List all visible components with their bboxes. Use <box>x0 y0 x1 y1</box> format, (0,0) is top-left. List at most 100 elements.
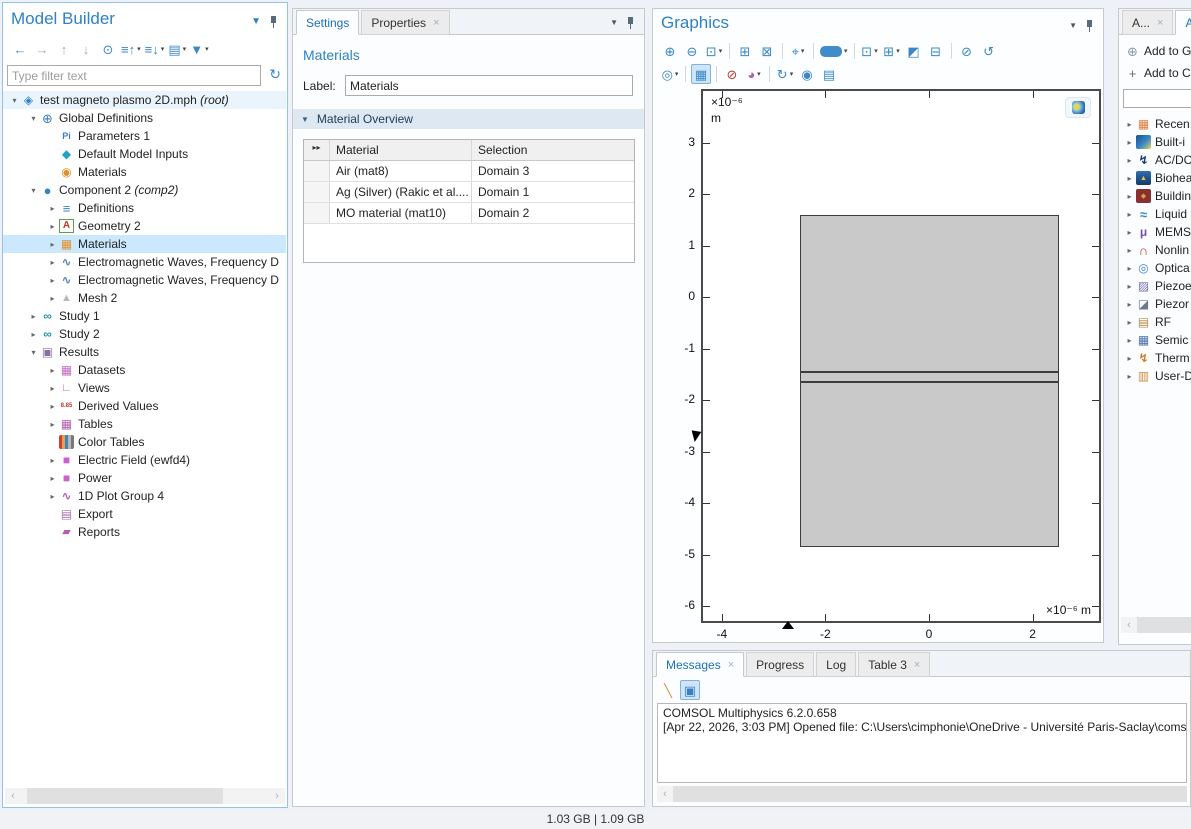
collapse-triangle-icon[interactable]: ▼ <box>301 115 309 124</box>
chevron-down-icon[interactable]: ▾ <box>27 186 40 195</box>
tree-item-1d-plot-group-4[interactable]: ▸∿1D Plot Group 4 <box>3 487 286 505</box>
chevron-right-icon[interactable]: ▸ <box>1123 318 1136 327</box>
dropdown-caret-icon[interactable]: ▾ <box>757 70 761 78</box>
chevron-down-icon[interactable]: ▾ <box>8 96 21 105</box>
messages-log[interactable]: COMSOL Multiphysics 6.2.0.658 [Apr 22, 2… <box>657 703 1187 783</box>
material-category-piezor[interactable]: ▸◪Piezor <box>1119 295 1191 313</box>
comsol-logo[interactable] <box>1065 97 1091 118</box>
add-material-tab-a-0[interactable]: A...× <box>1122 10 1173 35</box>
scroll-left-button[interactable]: ‹ <box>1121 617 1137 633</box>
chevron-down-icon[interactable]: ▾ <box>27 114 40 123</box>
settings-tab-properties-1[interactable]: Properties× <box>361 10 449 35</box>
geometry-domain-3[interactable] <box>800 382 1059 547</box>
graphics-deselect-box-button[interactable]: ⊟ <box>926 41 946 61</box>
chevron-right-icon[interactable]: ▸ <box>1123 300 1136 309</box>
model-builder-show-button[interactable]: ⊙ <box>98 39 118 59</box>
scroll-left-button[interactable]: ‹ <box>657 786 673 802</box>
graphics-zoom-box-button[interactable]: ⊡▾ <box>704 41 724 61</box>
graphics-hide-selected-button[interactable]: ⊘ <box>957 41 977 61</box>
model-builder-expand-all-button[interactable]: ≡↑▾ <box>120 39 142 59</box>
chevron-right-icon[interactable]: ▸ <box>1123 210 1136 219</box>
tree-item-derived-values[interactable]: ▸8.85Derived Values <box>3 397 286 415</box>
plot-area[interactable]: 3210-1-2-3-4-5-6-4-202×10⁻⁶m×10⁻⁶ m <box>701 89 1101 623</box>
messages-tab-messages-0[interactable]: Messages× <box>656 652 744 677</box>
tree-item-color-tables[interactable]: Color Tables <box>3 433 286 451</box>
chevron-right-icon[interactable]: ▸ <box>46 474 59 483</box>
material-category-piezoe[interactable]: ▸▨Piezoe <box>1119 277 1191 295</box>
pin-icon[interactable] <box>626 16 636 29</box>
tree-item-electric-field-ewfd4[interactable]: ▸■Electric Field (ewfd4) <box>3 451 286 469</box>
graphics-scene-visibility-button[interactable]: ◎▾ <box>660 64 680 84</box>
tree-item-test-magneto-plasmo-2d-mph[interactable]: ▾◈test magneto plasmo 2D.mph (root) <box>3 91 286 109</box>
graphics-zoom-extents-selected-button[interactable]: ⊞ <box>735 41 755 61</box>
dropdown-caret-icon[interactable]: ▾ <box>874 47 878 55</box>
messages-clear-log-button[interactable]: ╲ <box>658 680 678 700</box>
material-category-built-i[interactable]: ▸Built-i <box>1119 133 1191 151</box>
chevron-right-icon[interactable]: ▸ <box>1123 246 1136 255</box>
dropdown-caret-icon[interactable]: ▾ <box>844 47 848 55</box>
filter-input[interactable] <box>7 65 261 86</box>
tab-close-icon[interactable]: × <box>433 17 439 29</box>
tree-item-electromagnetic-waves-frequency-d[interactable]: ▸∿Electromagnetic Waves, Frequency D <box>3 253 286 271</box>
dropdown-caret-icon[interactable]: ▾ <box>801 47 805 55</box>
add-to-component-button[interactable]: + Add to Co <box>1121 63 1191 83</box>
geometry-domain-1[interactable] <box>800 215 1059 372</box>
table-row-ag-silver-rakic-et-al[interactable]: Ag (Silver) (Rakic et al....Domain 1 <box>304 182 634 203</box>
scroll-thumb[interactable] <box>1137 617 1191 633</box>
graphics-view-2d-button[interactable]: ▾ <box>819 41 849 61</box>
material-overview-section-header[interactable]: ▼ Material Overview <box>293 109 644 129</box>
add-to-global-button[interactable]: ⊕ Add to Glo <box>1121 41 1191 61</box>
tree-item-datasets[interactable]: ▸▦Datasets <box>3 361 286 379</box>
graphics-add-to-selection-button[interactable]: ⊡▾ <box>860 41 880 61</box>
graphics-update-view-button[interactable]: ↻▾ <box>775 64 795 84</box>
graphics-print-button[interactable]: ▤ <box>819 64 839 84</box>
chevron-right-icon[interactable]: ▸ <box>46 492 59 501</box>
model-builder-move-down-button[interactable]: ↓ <box>76 39 96 59</box>
material-category-optica[interactable]: ▸◎Optica <box>1119 259 1191 277</box>
material-search-input[interactable] <box>1123 89 1191 108</box>
material-category-biohea[interactable]: ▸▲Biohea <box>1119 169 1191 187</box>
chevron-right-icon[interactable]: ▸ <box>46 366 59 375</box>
dropdown-caret-icon[interactable]: ▾ <box>790 70 794 78</box>
model-builder-filter-button[interactable]: ▼▾ <box>189 39 209 59</box>
graphics-select-in-box-button[interactable]: ◩ <box>904 41 924 61</box>
tree-item-results[interactable]: ▾▣Results <box>3 343 286 361</box>
graphics-disable-material-color-button[interactable]: ⊘ <box>722 64 742 84</box>
chevron-right-icon[interactable]: ▸ <box>46 258 59 267</box>
chevron-right-icon[interactable]: ▸ <box>46 204 59 213</box>
material-category-user-d[interactable]: ▸▥User-D <box>1119 367 1191 385</box>
tree-item-global-definitions[interactable]: ▾⊕Global Definitions <box>3 109 286 127</box>
material-category-nonlin[interactable]: ▸∩Nonlin <box>1119 241 1191 259</box>
chevron-right-icon[interactable]: ▸ <box>46 420 59 429</box>
chevron-right-icon[interactable]: ▸ <box>46 384 59 393</box>
model-builder-go-back-button[interactable]: ← <box>10 39 30 59</box>
graphics-show-grid-button[interactable]: ▦ <box>691 64 711 84</box>
table-row-air-mat8[interactable]: Air (mat8)Domain 3 <box>304 161 634 182</box>
model-builder-go-forward-button[interactable]: → <box>32 39 52 59</box>
settings-tab-settings-0[interactable]: Settings <box>296 10 359 35</box>
chevron-down-icon[interactable]: ▾ <box>27 348 40 357</box>
tab-close-icon[interactable]: × <box>1157 17 1163 29</box>
messages-open-log-window-button[interactable]: ▣ <box>680 680 700 700</box>
chevron-right-icon[interactable]: ▸ <box>46 222 59 231</box>
graphics-zoom-extents-button[interactable]: ⊠ <box>757 41 777 61</box>
pin-icon[interactable] <box>269 15 279 28</box>
pin-icon[interactable] <box>1085 19 1095 32</box>
tree-item-reports[interactable]: ▰Reports <box>3 523 286 541</box>
dropdown-caret-icon[interactable]: ▾ <box>675 70 679 78</box>
messages-tab-table-3-3[interactable]: Table 3× <box>858 652 930 677</box>
tab-close-icon[interactable]: × <box>914 659 920 671</box>
material-category-rf[interactable]: ▸▤RF <box>1119 313 1191 331</box>
panel-menu-icon[interactable]: ▼ <box>251 16 261 27</box>
material-category-semic[interactable]: ▸▦Semic <box>1119 331 1191 349</box>
chevron-right-icon[interactable]: ▸ <box>1123 228 1136 237</box>
tree-item-component-2[interactable]: ▾●Component 2 (comp2) <box>3 181 286 199</box>
graphics-go-to-default-view-button[interactable]: ⌖▾ <box>788 41 808 61</box>
tree-item-parameters-1[interactable]: PiParameters 1 <box>3 127 286 145</box>
tree-item-tables[interactable]: ▸▦Tables <box>3 415 286 433</box>
tree-item-views[interactable]: ▸∟Views <box>3 379 286 397</box>
model-tree-hscrollbar[interactable]: ‹ › <box>5 788 285 804</box>
graphics-zoom-in-button[interactable]: ⊕ <box>660 41 680 61</box>
dropdown-caret-icon[interactable]: ▾ <box>183 45 187 53</box>
add-material-tab-a-1[interactable]: A... <box>1175 10 1191 35</box>
